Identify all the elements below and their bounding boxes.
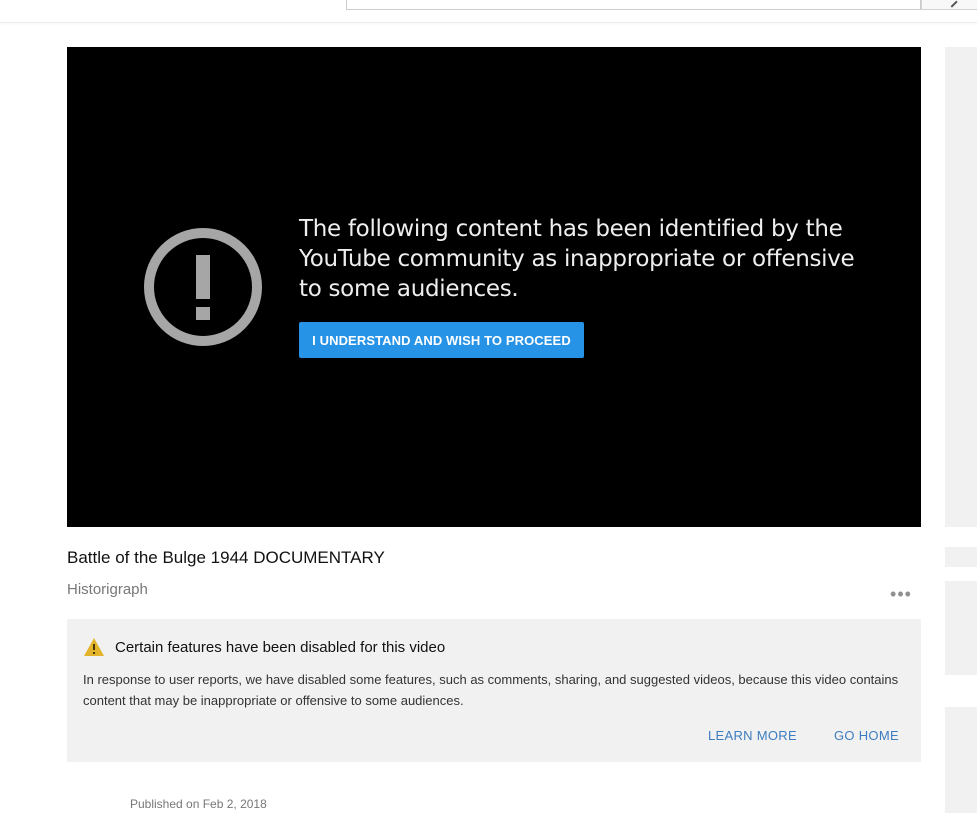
learn-more-link[interactable]: LEARN MORE (708, 728, 797, 743)
search-input[interactable] (346, 0, 921, 10)
more-actions-button[interactable]: ••• (888, 585, 914, 603)
sidebar-placeholder-block (945, 707, 977, 813)
sidebar-placeholder-block (945, 47, 977, 527)
content-warning-message: The following content has been identifie… (299, 216, 855, 302)
proceed-button[interactable]: I UNDERSTAND AND WISH TO PROCEED (299, 322, 584, 358)
exclamation-circle-icon (144, 228, 262, 346)
disabled-features-notice: Certain features have been disabled for … (67, 619, 921, 762)
video-title: Battle of the Bulge 1944 DOCUMENTARY (67, 548, 385, 567)
notice-body: In response to user reports, we have dis… (83, 672, 899, 708)
notice-title: Certain features have been disabled for … (115, 639, 446, 656)
search-icon (946, 0, 958, 8)
channel-name-link[interactable]: Historigraph (67, 581, 148, 598)
warning-triangle-icon (84, 638, 104, 656)
go-home-link[interactable]: GO HOME (834, 728, 899, 743)
sidebar-placeholder-block (945, 547, 977, 567)
search-button[interactable] (921, 0, 977, 10)
top-bar (0, 0, 977, 23)
video-player[interactable]: The following content has been identifie… (67, 47, 921, 527)
sidebar-placeholder-block (945, 581, 977, 675)
published-date: Published on Feb 2, 2018 (130, 797, 267, 811)
